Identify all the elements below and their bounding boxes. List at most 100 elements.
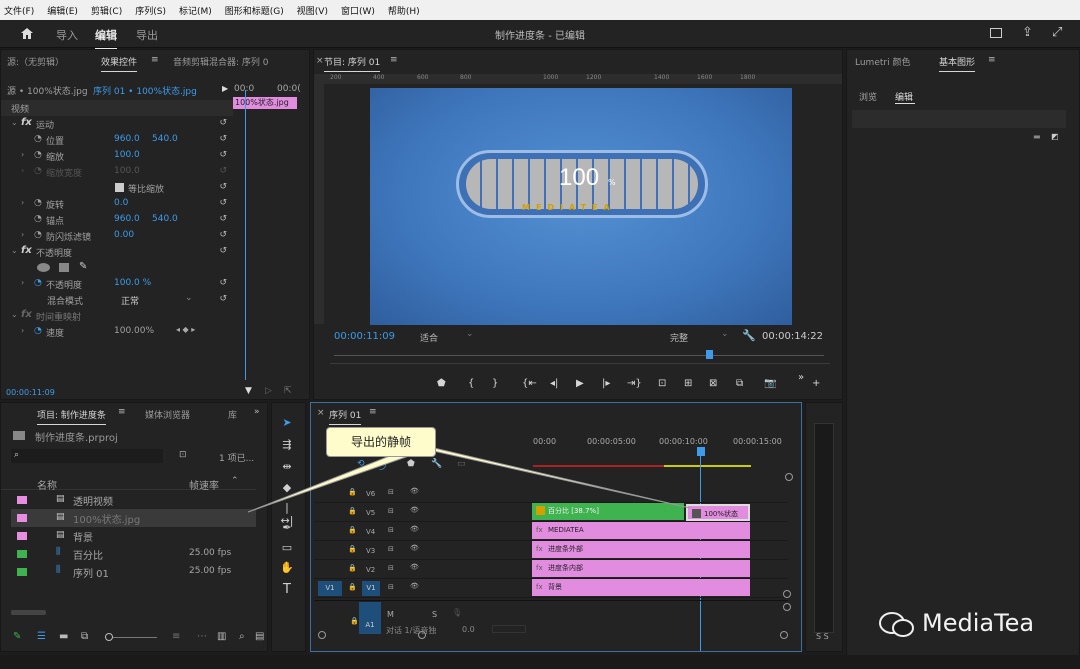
clip-bar-inner[interactable]: fx 进度条内部	[532, 560, 750, 577]
play-icon[interactable]: ▶	[576, 378, 584, 389]
menu-sequence[interactable]: 序列(S)	[135, 4, 166, 17]
position-x[interactable]: 960.0	[114, 134, 140, 144]
keyframe-nav-icon[interactable]: ◂ ◆ ▸	[176, 325, 195, 334]
menu-icon[interactable]: ≡	[988, 55, 996, 65]
mark-out-icon[interactable]: }	[492, 378, 498, 389]
scroll-handle[interactable]	[783, 590, 791, 598]
reset-icon[interactable]: ↺	[219, 198, 227, 208]
quality-select[interactable]: 完整	[670, 331, 688, 344]
chevron-down-icon[interactable]: ⌄	[11, 310, 18, 319]
list-item[interactable]: ⫼ 百分比 25.00 fps	[11, 545, 256, 563]
chevron-down-icon[interactable]: ⌄	[11, 246, 18, 255]
play-only-icon[interactable]: ▶	[222, 84, 228, 93]
anchor-y[interactable]: 540.0	[152, 214, 178, 224]
clip-background[interactable]: fx 背景	[532, 579, 750, 596]
chevron-right-icon[interactable]: ›	[21, 278, 24, 287]
sequence-clip-dropdown[interactable]: 序列 01 • 100%状态.jpg	[93, 84, 197, 97]
mute-button[interactable]: M	[387, 610, 394, 619]
opacity-value[interactable]: 100.0 %	[114, 278, 151, 288]
stopwatch-icon[interactable]: ◔	[34, 134, 42, 144]
scroll-handle[interactable]	[418, 631, 426, 639]
step-back-icon[interactable]: ◂|	[550, 378, 558, 389]
menu-graphics[interactable]: 图形和标题(G)	[225, 4, 284, 17]
play-audio-icon[interactable]: ▷	[265, 386, 272, 396]
ec-playhead[interactable]	[245, 90, 246, 380]
chevron-down-icon[interactable]: ⌄	[11, 118, 18, 127]
chevron-right-icon[interactable]: ›	[21, 150, 24, 159]
new-layer-icon[interactable]: ▬	[1033, 132, 1041, 141]
lift-icon[interactable]: ⊡	[658, 378, 666, 389]
wrench-icon[interactable]: 🔧	[742, 329, 756, 342]
tab-essential-graphics[interactable]: 基本图形	[939, 55, 976, 72]
menu-file[interactable]: 文件(F)	[4, 4, 34, 17]
ec-clip-bar[interactable]: 100%状态.jpg	[233, 97, 297, 109]
solo-buttons[interactable]: S S	[816, 632, 829, 641]
chevron-down-icon[interactable]: ⌄	[185, 293, 193, 303]
sync-icon[interactable]: ⊟	[388, 564, 394, 572]
stopwatch-icon[interactable]: ◔	[34, 150, 42, 160]
stopwatch-icon[interactable]: ◔	[34, 230, 42, 240]
tab-lumetri[interactable]: Lumetri 颜色	[855, 55, 910, 68]
solo-button[interactable]: S	[432, 610, 437, 619]
insert-icon[interactable]: ⊠	[709, 378, 717, 389]
tab-source[interactable]: 源:（无剪辑）	[7, 55, 64, 68]
tab-effect-controls[interactable]: 效果控件	[101, 55, 138, 72]
blend-mode-select[interactable]: 正常	[121, 294, 139, 307]
list-view-icon[interactable]: ☰	[37, 631, 46, 642]
stopwatch-icon[interactable]: ◔	[34, 278, 42, 288]
more-icon[interactable]: »	[798, 372, 804, 383]
clip-bar-outer[interactable]: fx 进度条外部	[532, 541, 750, 558]
reset-icon[interactable]: ↺	[219, 230, 227, 240]
type-tool-icon[interactable]: T	[280, 582, 294, 597]
list-item[interactable]: ▤ 透明视频	[11, 491, 256, 509]
scroll-handle[interactable]	[318, 631, 326, 639]
list-item[interactable]: ▤ 背景	[11, 527, 256, 545]
program-playhead[interactable]	[706, 350, 713, 359]
pencil-icon[interactable]: ✎	[13, 631, 21, 642]
mark-in-icon[interactable]: {	[468, 378, 474, 389]
speed-value[interactable]: 100.00%	[114, 326, 154, 336]
ellipse-mask-icon[interactable]	[37, 263, 50, 272]
automate-icon[interactable]: ⋯	[197, 631, 207, 642]
project-search-input[interactable]: ⌕	[11, 449, 163, 463]
panel-layout-icon[interactable]	[990, 28, 1002, 38]
menu-window[interactable]: 窗口(W)	[341, 4, 375, 17]
col-rate-header[interactable]: 帧速率	[189, 477, 219, 492]
sync-icon[interactable]: ⊟	[388, 583, 394, 591]
reset-icon[interactable]: ↺	[219, 134, 227, 144]
go-to-in-icon[interactable]: {⇤	[522, 378, 537, 389]
menu-help[interactable]: 帮助(H)	[388, 4, 420, 17]
flicker-value[interactable]: 0.00	[114, 230, 134, 240]
scroll-handle[interactable]	[780, 631, 788, 639]
lock-icon[interactable]: 🔒	[348, 564, 357, 572]
reset-icon[interactable]: ↺	[219, 150, 227, 160]
menu-icon[interactable]: ≡	[151, 55, 159, 65]
icon-view-icon[interactable]: ▬	[59, 631, 68, 642]
freeform-view-icon[interactable]: ⧉	[81, 631, 88, 642]
rectangle-tool-icon[interactable]: ▭	[280, 541, 294, 554]
sync-icon[interactable]: ⊟	[388, 545, 394, 553]
menu-icon[interactable]: ≡	[118, 407, 126, 417]
stopwatch-icon[interactable]: ◔	[34, 326, 42, 336]
eye-icon[interactable]: 👁	[410, 544, 419, 552]
export-frame-icon[interactable]: ⇱	[284, 386, 292, 396]
tab-program[interactable]: 节目: 序列 01	[324, 55, 381, 72]
extract-icon[interactable]: ⊞	[684, 378, 692, 389]
microphone-icon[interactable]: 🎙	[452, 608, 462, 617]
list-item[interactable]: ⫼ 序列 01 25.00 fps	[11, 563, 256, 581]
lock-icon[interactable]: 🔒	[348, 545, 357, 553]
eye-icon[interactable]: 👁	[410, 563, 419, 571]
anchor-x[interactable]: 960.0	[114, 214, 140, 224]
step-forward-icon[interactable]: |▸	[602, 378, 610, 389]
new-bin-icon[interactable]: ⊡	[179, 450, 187, 460]
reset-icon[interactable]: ↺	[219, 278, 227, 288]
menu-clip[interactable]: 剪辑(C)	[91, 4, 122, 17]
chevron-right-icon[interactable]: ›	[21, 326, 24, 335]
pen-mask-icon[interactable]: ✎	[79, 261, 87, 272]
stopwatch-icon[interactable]: ◔	[34, 214, 42, 224]
tab-media-browser[interactable]: 媒体浏览器	[145, 408, 190, 421]
delete-layer-icon[interactable]: ◩	[1051, 132, 1059, 141]
new-item-icon[interactable]: ▤	[255, 631, 264, 642]
tab-audio-mixer[interactable]: 音频剪辑混合器: 序列 0	[173, 55, 268, 68]
marker-icon[interactable]: ⬟	[437, 378, 446, 389]
